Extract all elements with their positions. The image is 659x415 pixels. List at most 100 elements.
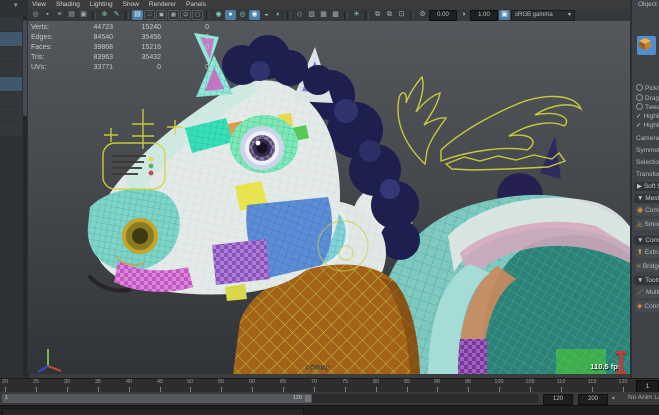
- time-tick: 95: [458, 379, 478, 392]
- menu-view[interactable]: View: [32, 1, 46, 8]
- toolbar-icon[interactable]: ⚙: [417, 10, 428, 20]
- outliner-row[interactable]: [0, 47, 22, 61]
- outliner-row[interactable]: [0, 92, 22, 106]
- horse-eye: [230, 115, 298, 173]
- gamma-field[interactable]: 1.00: [470, 9, 498, 21]
- toolbar-icon[interactable]: ▦: [168, 10, 179, 20]
- section-arrow-icon: ▼: [637, 237, 644, 244]
- time-tick: 80: [366, 379, 386, 392]
- toolbar-icon[interactable]: ≡: [54, 10, 65, 20]
- command-line-input[interactable]: [2, 408, 304, 415]
- outliner-menu-caret-icon[interactable]: ▾: [14, 1, 18, 9]
- outliner-row[interactable]: [0, 122, 22, 136]
- color-managed-icon[interactable]: ▣: [499, 10, 510, 20]
- tool-icon: ／: [637, 289, 644, 296]
- playback-range-bar[interactable]: 1 120: [2, 394, 312, 403]
- radio-option[interactable]: Drag: [636, 94, 659, 103]
- toolbar-icon[interactable]: ▤: [132, 10, 143, 20]
- toolbar-icon[interactable]: ⧉: [372, 10, 383, 20]
- view-transform-dropdown[interactable]: sRGB gamma ▾: [511, 9, 575, 21]
- toolkit-button[interactable]: ◈Connect: [635, 301, 659, 312]
- range-handle[interactable]: [305, 395, 311, 402]
- toolbar-icon[interactable]: [410, 10, 414, 20]
- time-tick: 25: [26, 379, 46, 392]
- checkbox-option[interactable]: ✓Highlight nearest: [636, 112, 659, 121]
- range-slider-track[interactable]: 1 120: [2, 394, 538, 403]
- section-header[interactable]: ▶ Soft Selection: [634, 182, 659, 191]
- toolbar-icon[interactable]: [344, 10, 348, 20]
- outliner-panel-edge[interactable]: ▾: [0, 0, 29, 378]
- toolbar-icon[interactable]: [365, 10, 369, 20]
- outliner-row[interactable]: [0, 32, 22, 46]
- section-header[interactable]: ▼ Mesh: [634, 194, 659, 203]
- option-label: Transform constraint: [636, 171, 659, 178]
- toolbar-icon[interactable]: ◎: [30, 10, 41, 20]
- playback-end-field[interactable]: 120: [543, 394, 573, 405]
- checkmark-icon: ✓: [636, 122, 642, 129]
- toolbar-icon[interactable]: [125, 10, 129, 20]
- time-tick: 50: [180, 379, 200, 392]
- outliner-row[interactable]: [0, 77, 22, 91]
- toolbar-icon[interactable]: ●: [225, 10, 236, 20]
- toolbar-icon[interactable]: ▤: [66, 10, 77, 20]
- time-tick: 60: [242, 379, 262, 392]
- toolkit-button[interactable]: ⬆Extrude: [635, 247, 659, 258]
- toolbar-icon[interactable]: ◉: [213, 10, 224, 20]
- exposure-field[interactable]: 0.00: [429, 9, 457, 21]
- toolbar-icon[interactable]: ⊕: [99, 10, 110, 20]
- viewport-3d[interactable]: persp Verts: 44723 15240 0 Edges: 84540 …: [28, 21, 630, 374]
- toolbar-icon[interactable]: ▣: [156, 10, 167, 20]
- radio-option[interactable]: Tweak/marquee: [636, 103, 659, 112]
- section-header[interactable]: ▼ Tools: [634, 276, 659, 285]
- toolbar-icon[interactable]: ▪: [42, 10, 53, 20]
- toolbar-icon[interactable]: [287, 10, 291, 20]
- tool-icon: ⬆: [637, 249, 643, 256]
- toolbar-icon[interactable]: [206, 10, 210, 20]
- toolbar-icon[interactable]: ✎: [111, 10, 122, 20]
- toolbar-icon[interactable]: ☀: [351, 10, 362, 20]
- toolbar-icon[interactable]: ◒: [261, 10, 272, 20]
- toolbar-icon[interactable]: ▢: [192, 10, 203, 20]
- toolbar-icon[interactable]: ◎: [237, 10, 248, 20]
- toolkit-button[interactable]: ≈Bridge: [635, 261, 659, 272]
- animation-end-field[interactable]: 200: [578, 394, 608, 405]
- outliner-scrollbar-thumb[interactable]: [23, 20, 27, 116]
- checkbox-option[interactable]: ✓Highlight backfaces: [636, 121, 659, 130]
- outliner-row[interactable]: [0, 17, 22, 31]
- toolkit-button[interactable]: ◬Smooth: [635, 219, 659, 230]
- toolbar-icon[interactable]: ⧉: [384, 10, 395, 20]
- hud-row: Faces: 39868 15216 0: [31, 44, 209, 51]
- doodle-plus: [104, 128, 118, 142]
- toolbar-icon[interactable]: ▣: [78, 10, 89, 20]
- toolbar-icon[interactable]: ◇: [294, 10, 305, 20]
- radio-option[interactable]: Pick/marquee: [636, 84, 659, 93]
- toolbar-icon[interactable]: ⊡: [396, 10, 407, 20]
- section-header[interactable]: ▼ Components: [634, 236, 659, 245]
- toolkit-button[interactable]: ◉Combine: [635, 205, 659, 216]
- menu-renderer[interactable]: Renderer: [149, 1, 176, 8]
- range-end-label: 120: [292, 395, 302, 401]
- time-tick: 120: [613, 379, 633, 392]
- object-mode-icon[interactable]: [637, 36, 656, 55]
- menu-lighting[interactable]: Lighting: [90, 1, 113, 8]
- toolbar-icon[interactable]: ◉: [249, 10, 260, 20]
- outliner-row[interactable]: [0, 62, 22, 76]
- toolbar-icon[interactable]: ⊡: [180, 10, 191, 20]
- toolbar-icon[interactable]: □: [144, 10, 155, 20]
- toolbar-icon[interactable]: ▨: [306, 10, 317, 20]
- toolbar-icon[interactable]: ◐: [273, 10, 284, 20]
- toolkit-button[interactable]: ／Multi-Cut: [635, 287, 659, 298]
- time-slider[interactable]: 20 25 30 35 40 45 50 55 60 65 70 75 80 8…: [0, 378, 659, 393]
- chevron-down-icon[interactable]: ▾: [612, 395, 615, 402]
- contrast-icon[interactable]: ◑: [458, 10, 469, 20]
- outliner-row[interactable]: [0, 107, 22, 121]
- toolbar-icon[interactable]: ▦: [318, 10, 329, 20]
- menu-panels[interactable]: Panels: [186, 1, 206, 8]
- range-slider-row: 1 120 120 200 ▾ No Anim Layer: [0, 392, 659, 405]
- menu-shading[interactable]: Shading: [56, 1, 80, 8]
- radio-icon: [636, 94, 643, 101]
- menu-show[interactable]: Show: [123, 1, 139, 8]
- anim-layer-dropdown[interactable]: No Anim Layer: [628, 394, 659, 401]
- toolbar-icon[interactable]: [92, 10, 96, 20]
- toolbar-icon[interactable]: ▩: [330, 10, 341, 20]
